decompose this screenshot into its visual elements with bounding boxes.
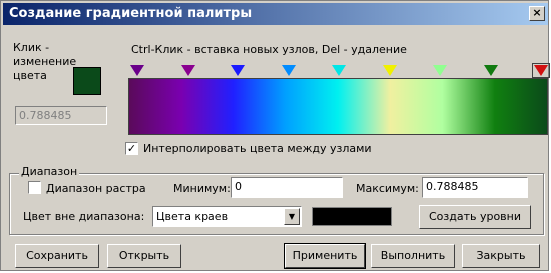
gradient-node-marker[interactable] bbox=[483, 65, 498, 76]
apply-button[interactable]: Применить bbox=[284, 243, 366, 269]
execute-button[interactable]: Выполнить bbox=[371, 244, 455, 268]
out-of-range-color-swatch[interactable] bbox=[312, 207, 392, 226]
gradient-node-marker[interactable] bbox=[231, 65, 245, 76]
range-group-title: Диапазон bbox=[19, 165, 80, 178]
gradient-node-marker[interactable] bbox=[532, 63, 550, 78]
max-input[interactable]: 0.788485 bbox=[422, 177, 528, 198]
open-button[interactable]: Открыть bbox=[107, 244, 181, 268]
chevron-down-icon[interactable]: ▼ bbox=[284, 208, 300, 225]
close-button[interactable]: Закрыть bbox=[462, 244, 540, 268]
save-button[interactable]: Сохранить bbox=[15, 244, 99, 268]
gradient-preview[interactable] bbox=[128, 78, 548, 135]
raster-range-label: Диапазон растра bbox=[46, 182, 146, 195]
gradient-node-marker[interactable] bbox=[382, 65, 397, 76]
gradient-palette-dialog: Создание градиентной палитры × Клик - из… bbox=[0, 0, 550, 271]
create-levels-button[interactable]: Создать уровни bbox=[419, 205, 531, 229]
raster-range-checkbox[interactable] bbox=[28, 181, 41, 194]
gradient-node-marker[interactable] bbox=[281, 65, 296, 76]
gradient-node-marker[interactable] bbox=[433, 65, 447, 76]
out-of-range-label: Цвет вне диапазона: bbox=[23, 210, 145, 223]
gradient-node-marker[interactable] bbox=[130, 65, 144, 76]
out-of-range-value: Цвета краев bbox=[156, 210, 229, 223]
gradient-node-marker[interactable] bbox=[180, 65, 195, 76]
node-value-readout: 0.788485 bbox=[15, 106, 107, 125]
max-label: Максимум: bbox=[356, 182, 419, 195]
window-title: Создание градиентной палитры bbox=[9, 6, 253, 21]
title-bar[interactable]: Создание градиентной палитры × bbox=[3, 3, 548, 25]
hint-label: Ctrl-Клик - вставка новых узлов, Del - у… bbox=[131, 43, 407, 56]
interpolate-checkbox[interactable]: ✓ bbox=[125, 142, 138, 155]
interpolate-label: Интерполировать цвета между узлами bbox=[143, 142, 372, 155]
out-of-range-select[interactable]: Цвета краев ▼ bbox=[152, 206, 302, 227]
min-input[interactable]: 0 bbox=[231, 177, 343, 198]
click-change-color-label: Клик - изменение цвета bbox=[13, 41, 77, 82]
close-window-button[interactable]: × bbox=[529, 6, 545, 21]
min-label: Минимум: bbox=[173, 182, 231, 195]
gradient-node-marker[interactable] bbox=[332, 65, 346, 76]
node-color-swatch[interactable] bbox=[73, 67, 101, 95]
